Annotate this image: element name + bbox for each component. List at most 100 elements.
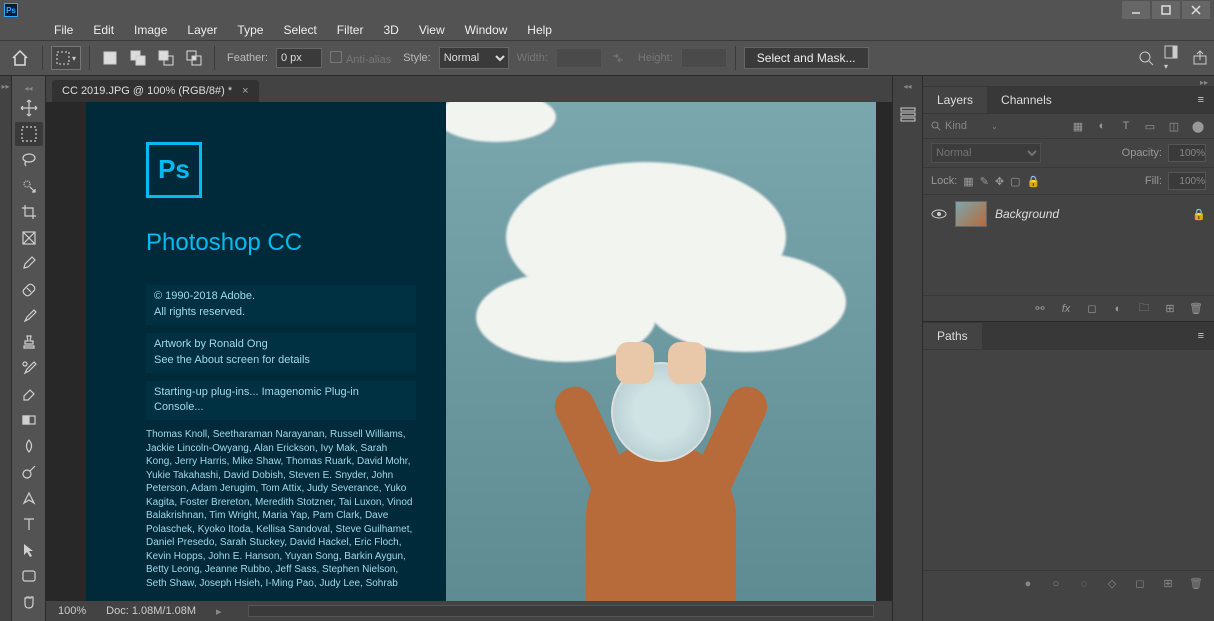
frame-tool[interactable] xyxy=(15,226,43,250)
adjustment-icon[interactable]: ◐ xyxy=(1110,303,1126,315)
filter-adjust-icon[interactable]: ◐ xyxy=(1094,118,1110,134)
tab-layers[interactable]: Layers xyxy=(923,87,987,113)
layer-name[interactable]: Background xyxy=(995,207,1184,221)
blur-tool[interactable] xyxy=(15,434,43,458)
lock-all-icon[interactable]: 🔒 xyxy=(1027,175,1041,188)
shape-tool[interactable] xyxy=(15,564,43,588)
delete-path-icon[interactable]: 🗑 xyxy=(1188,577,1204,590)
history-brush-tool[interactable] xyxy=(15,356,43,380)
eyedropper-tool[interactable] xyxy=(15,252,43,276)
quick-select-tool[interactable] xyxy=(15,174,43,198)
lock-paint-icon[interactable]: ✎ xyxy=(980,175,989,188)
type-tool[interactable] xyxy=(15,512,43,536)
left-collapse-strip[interactable]: ▸▸ xyxy=(0,76,12,621)
stamp-tool[interactable] xyxy=(15,330,43,354)
menu-image[interactable]: Image xyxy=(124,20,177,40)
dodge-tool[interactable] xyxy=(15,460,43,484)
menu-edit[interactable]: Edit xyxy=(83,20,124,40)
pen-tool[interactable] xyxy=(15,486,43,510)
width-label: Width: xyxy=(513,52,552,64)
panel-icon-1[interactable] xyxy=(899,105,917,123)
close-tab-icon[interactable]: × xyxy=(242,85,248,97)
eraser-tool[interactable] xyxy=(15,382,43,406)
tools-collapse-icon[interactable]: ◂◂ xyxy=(12,82,45,94)
menu-file[interactable]: File xyxy=(44,20,83,40)
crop-tool[interactable] xyxy=(15,200,43,224)
mask-icon[interactable]: ◻ xyxy=(1084,302,1100,315)
new-selection-icon[interactable] xyxy=(98,46,122,70)
workspace-switcher-icon[interactable]: ▾ xyxy=(1164,44,1182,72)
path-select-tool[interactable] xyxy=(15,538,43,562)
h-scrollbar[interactable] xyxy=(248,605,874,617)
menu-view[interactable]: View xyxy=(409,20,455,40)
blend-mode-select[interactable]: Normal xyxy=(931,143,1041,163)
style-select[interactable]: Normal xyxy=(439,47,509,69)
feather-input[interactable] xyxy=(276,48,322,68)
layer-thumbnail[interactable] xyxy=(955,201,987,227)
share-icon[interactable] xyxy=(1192,50,1208,66)
document-tab[interactable]: CC 2019.JPG @ 100% (RGB/8#) * × xyxy=(52,80,259,102)
visibility-toggle-icon[interactable] xyxy=(931,208,947,220)
canvas[interactable]: Ps Photoshop CC © 1990-2018 Adobe. All r… xyxy=(46,102,892,601)
document-tabs: CC 2019.JPG @ 100% (RGB/8#) * × xyxy=(46,76,892,102)
layer-filter-kind[interactable]: Kind⌄ xyxy=(931,120,998,132)
add-selection-icon[interactable] xyxy=(126,46,150,70)
home-button[interactable] xyxy=(6,44,34,72)
layer-lock-icon[interactable]: 🔒 xyxy=(1192,208,1206,221)
paths-menu-icon[interactable]: ≡ xyxy=(1188,324,1214,348)
menu-type[interactable]: Type xyxy=(227,20,273,40)
menu-3d[interactable]: 3D xyxy=(373,20,408,40)
lock-artboard-icon[interactable]: ▢ xyxy=(1010,175,1020,188)
fill-input[interactable] xyxy=(1168,172,1206,190)
filter-shape-icon[interactable]: ▭ xyxy=(1142,118,1158,134)
healing-tool[interactable] xyxy=(15,278,43,302)
menu-window[interactable]: Window xyxy=(455,20,518,40)
fill-path-icon[interactable]: ● xyxy=(1020,578,1036,590)
right-collapse-icon[interactable]: ◂◂ xyxy=(903,82,911,91)
app-icon: Ps xyxy=(4,3,18,17)
search-icon[interactable] xyxy=(1138,50,1154,66)
lock-trans-icon[interactable]: ▦ xyxy=(963,175,973,188)
minimize-button[interactable] xyxy=(1122,1,1150,19)
filter-pixel-icon[interactable]: ▦ xyxy=(1070,118,1086,134)
new-path-icon[interactable]: ⊞ xyxy=(1160,577,1176,590)
panels-collapse-icon[interactable]: ▸▸ xyxy=(1200,78,1208,84)
tab-paths[interactable]: Paths xyxy=(923,323,982,349)
layer-row[interactable]: Background 🔒 xyxy=(923,195,1214,233)
lock-pos-icon[interactable]: ✥ xyxy=(995,175,1004,188)
move-tool[interactable] xyxy=(15,96,43,120)
zoom-level[interactable]: 100% xyxy=(58,605,86,617)
subtract-selection-icon[interactable] xyxy=(154,46,178,70)
close-button[interactable] xyxy=(1182,1,1210,19)
make-workpath-icon[interactable]: ◇ xyxy=(1104,577,1120,590)
panel-menu-icon[interactable]: ≡ xyxy=(1188,88,1214,112)
doc-info[interactable]: Doc: 1.08M/1.08M xyxy=(106,605,196,617)
menu-filter[interactable]: Filter xyxy=(327,20,374,40)
lasso-tool[interactable] xyxy=(15,148,43,172)
hand-tool[interactable] xyxy=(15,590,43,614)
opacity-input[interactable] xyxy=(1168,144,1206,162)
marquee-tool[interactable] xyxy=(15,122,43,146)
filter-type-icon[interactable]: T xyxy=(1118,118,1134,134)
stroke-path-icon[interactable]: ○ xyxy=(1048,578,1064,590)
filter-toggle-icon[interactable]: ⬤ xyxy=(1190,118,1206,134)
group-icon[interactable]: 🗀 xyxy=(1136,299,1152,318)
selection-mode-dropdown[interactable]: ▾ xyxy=(51,46,81,70)
brush-tool[interactable] xyxy=(15,304,43,328)
splash-about: See the About screen for details xyxy=(154,353,408,369)
delete-layer-icon[interactable]: 🗑 xyxy=(1188,302,1204,315)
menu-select[interactable]: Select xyxy=(273,20,326,40)
add-mask-path-icon[interactable]: ◻ xyxy=(1132,577,1148,590)
tab-channels[interactable]: Channels xyxy=(987,87,1066,113)
fx-icon[interactable]: fx xyxy=(1058,303,1074,315)
new-layer-icon[interactable]: ⊞ xyxy=(1162,302,1178,315)
menu-layer[interactable]: Layer xyxy=(177,20,227,40)
maximize-button[interactable] xyxy=(1152,1,1180,19)
select-and-mask-button[interactable]: Select and Mask... xyxy=(744,47,869,69)
filter-smart-icon[interactable]: ◫ xyxy=(1166,118,1182,134)
menu-help[interactable]: Help xyxy=(517,20,562,40)
intersect-selection-icon[interactable] xyxy=(182,46,206,70)
gradient-tool[interactable] xyxy=(15,408,43,432)
link-layers-icon[interactable]: ⚯ xyxy=(1032,302,1048,315)
load-selection-icon[interactable]: ◌ xyxy=(1076,578,1092,590)
